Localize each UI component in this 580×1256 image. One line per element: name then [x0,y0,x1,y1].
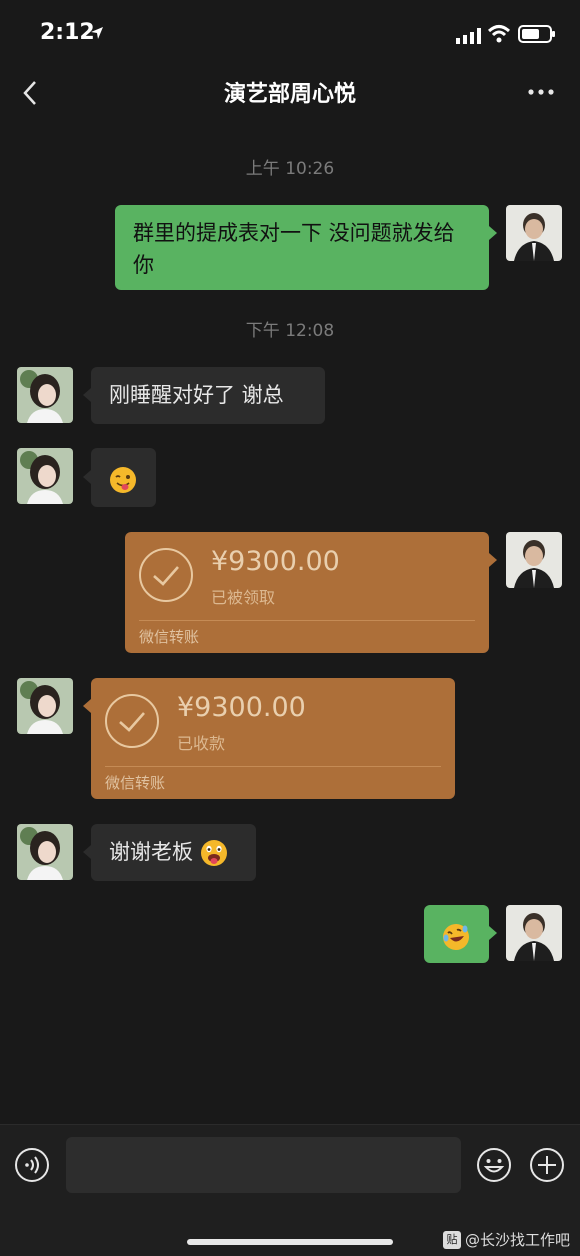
message-bubble-sent[interactable]: 群里的提成表对一下 没问题就发给你 [115,205,489,290]
transfer-amount: ¥9300.00 [177,692,306,723]
bubble-tail [489,926,497,940]
emoji-picker-icon[interactable] [476,1147,512,1183]
home-indicator [187,1239,393,1245]
message-input[interactable] [66,1137,461,1193]
message-bubble-sent[interactable] [424,905,489,963]
message-text: 刚睡醒对好了 谢总 [109,383,284,407]
chat-header: 演艺部周心悦 [0,68,580,124]
transfer-label: 微信转账 [139,628,200,646]
bubble-tail [489,226,497,240]
avatar-contact[interactable] [17,448,73,504]
laughing-tears-emoji-icon [443,924,469,950]
check-circle-icon [139,548,193,602]
winking-tongue-emoji-icon [110,467,136,493]
transfer-card-received[interactable]: ¥9300.00 已收款 微信转账 [91,678,455,799]
avatar-self[interactable] [506,532,562,588]
input-bar: 贴 @长沙找工作吧 [0,1124,580,1256]
message-bubble-received[interactable]: 谢谢老板 [91,824,256,881]
transfer-label: 微信转账 [105,774,166,792]
location-arrow-icon [91,27,103,39]
avatar-self[interactable] [506,905,562,961]
message-timestamp: 上午 10:26 [245,159,335,179]
status-bar: 2:12 [0,0,580,68]
message-text: 群里的提成表对一下 没问题就发给你 [133,221,455,277]
avatar-contact[interactable] [17,824,73,880]
check-circle-icon [105,694,159,748]
transfer-card-sent[interactable]: ¥9300.00 已被领取 微信转账 [125,532,489,653]
bubble-tail [83,388,91,402]
add-more-icon[interactable] [529,1147,565,1183]
message-bubble-received[interactable] [91,448,156,507]
wifi-icon [487,25,511,43]
bubble-tail [83,699,91,713]
avatar-self[interactable] [506,205,562,261]
message-text: 谢谢老板 [109,840,193,864]
transfer-status: 已被领取 [211,588,276,607]
status-time: 2:12 [40,20,95,45]
transfer-amount: ¥9300.00 [211,546,340,577]
bubble-tail [83,470,91,484]
voice-input-icon[interactable] [14,1147,50,1183]
chat-title: 演艺部周心悦 [223,82,356,107]
battery-icon [518,25,555,43]
divider [105,766,441,767]
avatar-contact[interactable] [17,367,73,423]
watermark: 贴 @长沙找工作吧 [442,1229,570,1250]
avatar-contact[interactable] [17,678,73,734]
bubble-tail [489,553,497,567]
cellular-signal-icon [456,28,481,44]
message-bubble-received[interactable]: 刚睡醒对好了 谢总 [91,367,325,424]
more-options-icon[interactable] [526,80,556,104]
divider [139,620,475,621]
tongue-out-emoji-icon [200,840,227,866]
transfer-status: 已收款 [177,734,226,753]
bubble-tail [83,845,91,859]
watermark-text: @长沙找工作吧 [464,1231,570,1249]
watermark-logo-icon: 贴 [442,1230,461,1249]
message-timestamp: 下午 12:08 [245,321,335,341]
